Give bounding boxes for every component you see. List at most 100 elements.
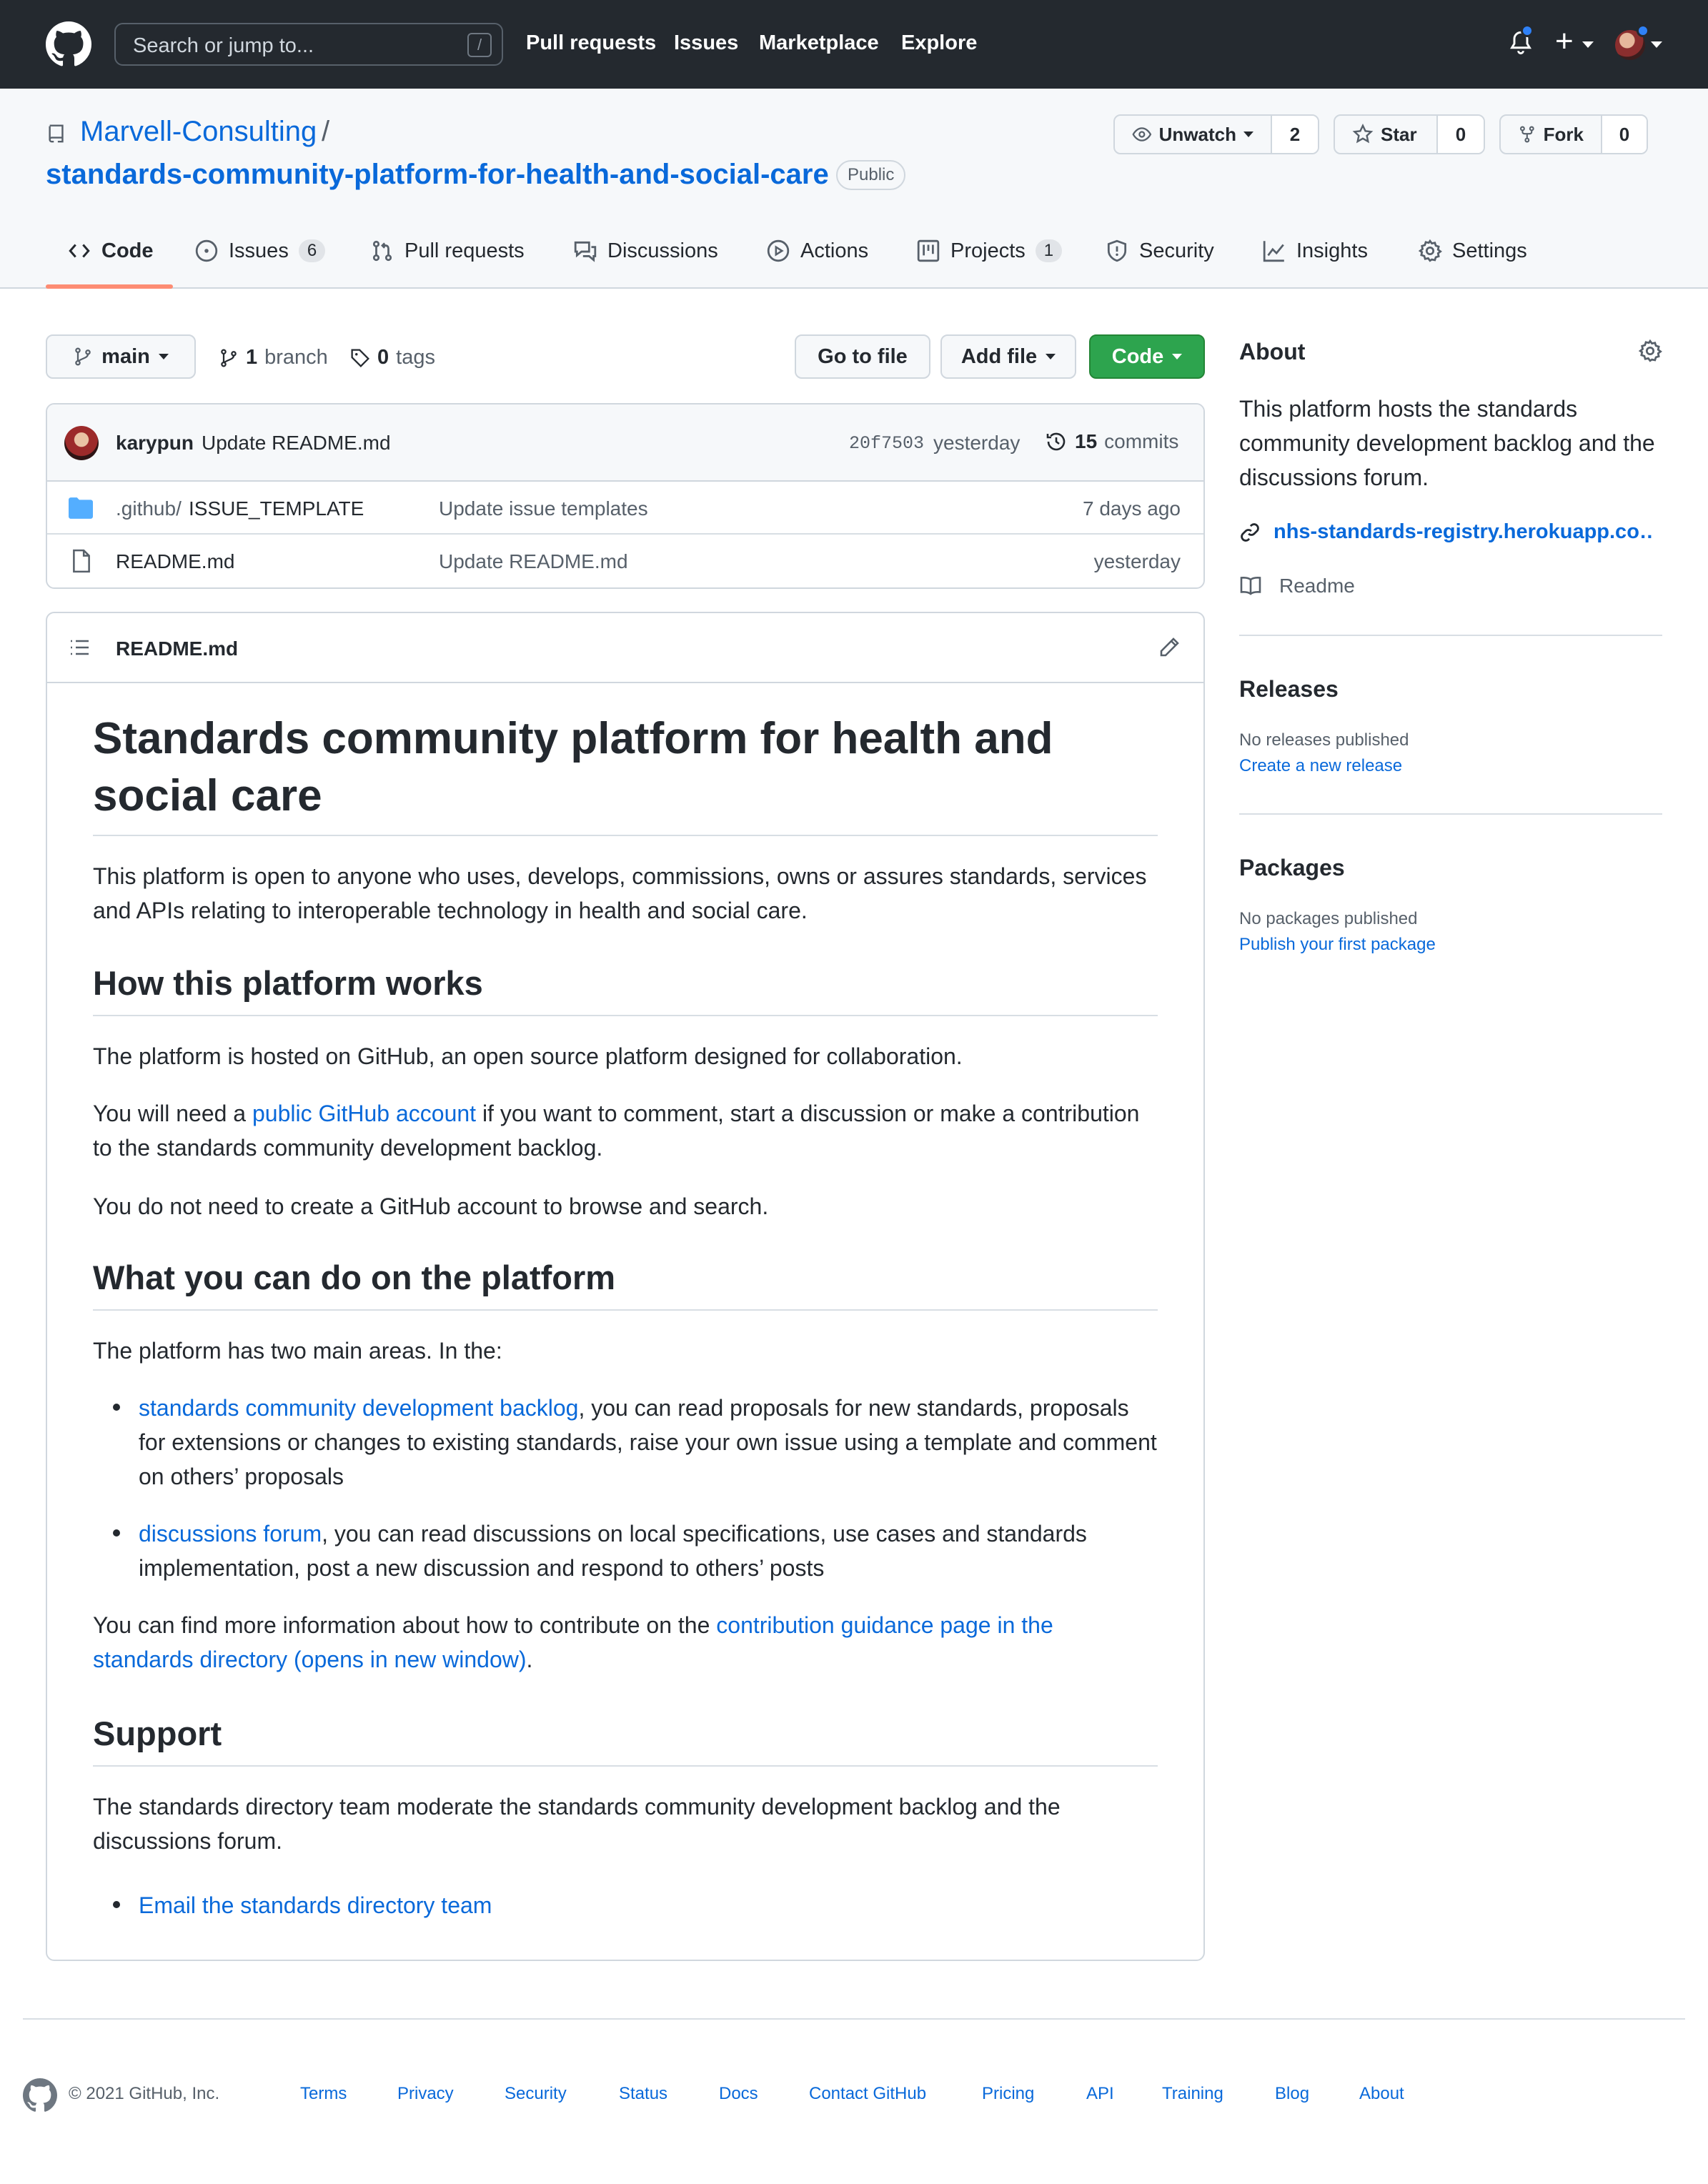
tab-settings[interactable]: Settings: [1418, 239, 1527, 263]
star-button[interactable]: Star: [1335, 116, 1438, 153]
nav-marketplace[interactable]: Marketplace: [759, 31, 879, 55]
homepage-link[interactable]: nhs-standards-registry.herokuapp.co…: [1273, 520, 1652, 544]
footer-link-api[interactable]: API: [1086, 2084, 1114, 2104]
commit-author-avatar[interactable]: [64, 426, 99, 460]
file-age: 7 days ago: [1083, 497, 1181, 520]
create-new-icon[interactable]: +: [1555, 26, 1574, 57]
heading-support: Support: [93, 1714, 222, 1752]
project-icon: [917, 239, 940, 262]
unwatch-label: Unwatch: [1158, 123, 1236, 145]
commit-message[interactable]: Update README.md: [202, 432, 391, 455]
tab-discussions[interactable]: Discussions: [573, 239, 718, 263]
sidebar-divider: [1239, 635, 1662, 636]
commit-count: 15: [1075, 430, 1098, 452]
footer-link-about[interactable]: About: [1359, 2084, 1404, 2104]
forks-count[interactable]: 0: [1602, 116, 1647, 153]
file-name[interactable]: ISSUE_TEMPLATE: [189, 497, 364, 520]
public-github-account-link[interactable]: public GitHub account: [252, 1101, 476, 1126]
branch-name: main: [101, 344, 150, 368]
notification-indicator: [1521, 24, 1534, 37]
tab-issues[interactable]: Issues 6: [194, 239, 326, 263]
readme-link[interactable]: Readme: [1279, 575, 1355, 597]
about-description: This platform hosts the standards commun…: [1239, 396, 1655, 490]
footer-link-status[interactable]: Status: [619, 2084, 667, 2104]
branch-word: branch: [264, 346, 328, 369]
global-header: Search or jump to... / Pull requests Iss…: [0, 0, 1708, 89]
active-tab-indicator: [46, 284, 173, 289]
commit-author[interactable]: karypun: [116, 432, 194, 455]
file-commit-message[interactable]: Update issue templates: [439, 497, 648, 520]
list-item: discussions forum, you can read discussi…: [139, 1517, 1158, 1585]
file-commit-message[interactable]: Update README.md: [439, 550, 628, 573]
heading-divider: [93, 1765, 1158, 1767]
fork-button-group: Fork 0: [1499, 114, 1648, 154]
watch-button-group: Unwatch 2: [1113, 114, 1319, 154]
tag-icon: [351, 348, 369, 367]
footer-link-security[interactable]: Security: [505, 2084, 567, 2104]
tab-label: Issues: [229, 239, 289, 262]
list-unordered-icon[interactable]: [69, 636, 91, 659]
nav-explore[interactable]: Explore: [901, 31, 977, 55]
nav-pull-requests[interactable]: Pull requests: [526, 31, 656, 55]
releases-heading[interactable]: Releases: [1239, 676, 1339, 703]
nav-issues[interactable]: Issues: [674, 31, 738, 55]
file-dir-prefix[interactable]: .github/: [116, 497, 182, 520]
search-shortcut-key: /: [467, 33, 492, 57]
publish-package-link[interactable]: Publish your first package: [1239, 935, 1436, 955]
search-input[interactable]: Search or jump to... /: [114, 23, 503, 66]
code-button-label: Code: [1111, 344, 1164, 368]
packages-heading[interactable]: Packages: [1239, 855, 1345, 881]
footer-link-blog[interactable]: Blog: [1275, 2084, 1309, 2104]
avatar-status-indicator: [1637, 24, 1649, 37]
tab-projects[interactable]: Projects 1: [916, 239, 1063, 263]
footer-link-privacy[interactable]: Privacy: [397, 2084, 454, 2104]
tags-link[interactable]: 0 tags: [350, 346, 435, 369]
file-row[interactable]: README.md Update README.md yesterday: [47, 535, 1203, 587]
paragraph-no-account: You do not need to create a GitHub accou…: [93, 1193, 769, 1219]
branches-link[interactable]: 1 branch: [219, 346, 328, 369]
paragraph-two-areas: The platform has two main areas. In the:: [93, 1338, 502, 1364]
tab-actions[interactable]: Actions: [766, 239, 868, 263]
code-dropdown-button[interactable]: Code: [1089, 334, 1205, 379]
file-name[interactable]: README.md: [116, 550, 234, 573]
text-fragment: .: [526, 1647, 533, 1672]
github-logo-icon[interactable]: [46, 21, 91, 67]
footer-link-training[interactable]: Training: [1162, 2084, 1223, 2104]
footer-link-docs[interactable]: Docs: [719, 2084, 758, 2104]
tab-pull-requests[interactable]: Pull requests: [370, 239, 525, 263]
play-icon: [767, 239, 790, 262]
link-icon: [1241, 523, 1259, 542]
tab-code[interactable]: Code: [67, 239, 154, 263]
footer-link-contact[interactable]: Contact GitHub: [809, 2084, 926, 2104]
github-logo-icon[interactable]: [23, 2078, 57, 2113]
email-team-link[interactable]: Email the standards directory team: [139, 1892, 492, 1918]
repo-owner-link[interactable]: Marvell-Consulting: [80, 116, 317, 148]
heading-divider: [93, 1015, 1158, 1016]
gear-icon: [1418, 239, 1442, 262]
go-to-file-button[interactable]: Go to file: [795, 334, 930, 379]
commit-sha[interactable]: 20f7503: [849, 433, 924, 454]
unwatch-button[interactable]: Unwatch: [1115, 116, 1272, 153]
watchers-count[interactable]: 2: [1272, 116, 1318, 153]
tab-insights[interactable]: Insights: [1262, 239, 1368, 263]
file-list: karypun Update README.md 20f7503 yesterd…: [46, 403, 1205, 589]
branch-selector[interactable]: main: [46, 334, 196, 379]
fork-button[interactable]: Fork: [1501, 116, 1602, 153]
latest-commit-bar: karypun Update README.md 20f7503 yesterd…: [47, 404, 1203, 482]
discussions-forum-link[interactable]: discussions forum: [139, 1521, 322, 1547]
commits-history-link[interactable]: 15 commits: [1045, 430, 1178, 453]
stargazers-count[interactable]: 0: [1438, 116, 1484, 153]
star-icon: [1352, 124, 1374, 144]
add-file-button[interactable]: Add file: [940, 334, 1076, 379]
gear-icon[interactable]: [1638, 339, 1662, 363]
tab-security[interactable]: Security: [1105, 239, 1214, 263]
footer-link-terms[interactable]: Terms: [300, 2084, 347, 2104]
footer-link-pricing[interactable]: Pricing: [982, 2084, 1034, 2104]
no-packages-text: No packages published: [1239, 909, 1418, 928]
backlog-link[interactable]: standards community development backlog: [139, 1395, 578, 1421]
pencil-icon[interactable]: [1158, 636, 1181, 659]
file-row[interactable]: .github/ ISSUE_TEMPLATE Update issue tem…: [47, 482, 1203, 535]
create-release-link[interactable]: Create a new release: [1239, 756, 1402, 776]
fork-label: Fork: [1543, 123, 1584, 145]
repo-name-link[interactable]: standards-community-platform-for-health-…: [46, 159, 829, 191]
